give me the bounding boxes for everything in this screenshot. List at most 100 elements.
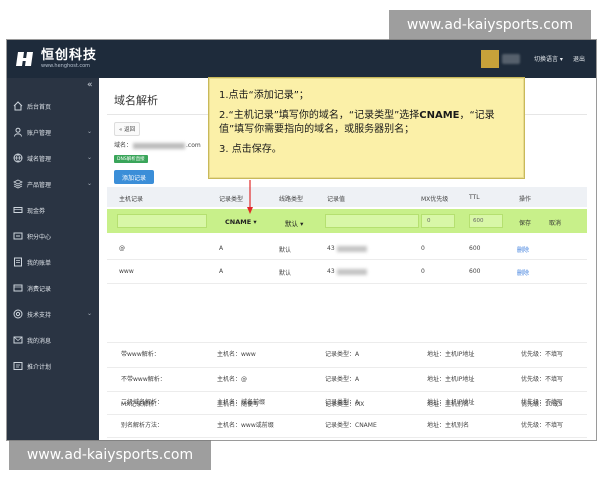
message-icon xyxy=(13,336,23,344)
record-value-input[interactable] xyxy=(325,214,419,228)
watermark-top: www.ad-kaiysports.com xyxy=(389,10,591,40)
example-host: 主机名：随便写 xyxy=(217,401,260,408)
row-divider xyxy=(107,437,587,438)
example-row: 别名解析方法： 主机名：www或前缀 记录类型：CNAME 地址：主机别名 优先… xyxy=(107,414,587,438)
username-blurred xyxy=(502,54,520,64)
page-title: 域名解析 xyxy=(114,94,158,107)
value-blurred xyxy=(336,268,367,275)
example-label: 带www解析： xyxy=(121,351,160,358)
sidebar-item-label: 消费记录 xyxy=(27,286,52,293)
col-host: 主机记录 xyxy=(119,196,144,203)
sidebar-item-coupons[interactable]: 现金券 xyxy=(7,201,99,219)
back-button[interactable]: « 返回 xyxy=(114,122,141,136)
user-icon xyxy=(14,127,22,137)
sidebar-item-label: 推介计划 xyxy=(27,364,52,371)
example-type: 记录类型：A xyxy=(325,376,360,383)
collapse-sidebar-icon[interactable]: « xyxy=(87,80,93,90)
brand-logo[interactable]: 恒创科技 www.henghost.com xyxy=(15,47,97,71)
watermark-bottom: www.ad-kaiysports.com xyxy=(9,440,211,470)
example-row: 不带www解析： 主机名：@ 记录类型：A 地址：主机IP地址 优先级：不填写 xyxy=(107,368,587,392)
example-label: 不带www解析： xyxy=(121,376,166,383)
sidebar-item-label: 现金券 xyxy=(27,208,46,215)
sidebar-item-products[interactable]: 产品管理 ⌄ xyxy=(7,175,99,193)
col-line: 线路类型 xyxy=(279,196,304,203)
record-icon xyxy=(13,284,23,292)
chevron-down-icon: ⌄ xyxy=(87,310,93,317)
example-type: 记录类型：MX xyxy=(325,401,365,408)
cell-mx: 0 xyxy=(421,245,425,252)
instruction-step-1: 1.点击“添加记录”； xyxy=(219,90,309,101)
cancel-button[interactable]: 取消 xyxy=(549,218,561,227)
sidebar-item-points[interactable]: 积分中心 xyxy=(7,227,99,245)
bill-icon xyxy=(14,257,22,267)
cell-value-text: 43 xyxy=(327,245,335,252)
col-ttl: TTL xyxy=(469,194,480,201)
col-value: 记录值 xyxy=(327,196,346,203)
record-type-select[interactable]: CNAME ▾ xyxy=(225,218,257,226)
logout-link[interactable]: 退出 xyxy=(573,54,585,63)
avatar xyxy=(481,50,499,68)
host-record-input[interactable] xyxy=(117,214,207,228)
col-type: 记录类型 xyxy=(219,196,244,203)
example-priority: 优先级：不填写 xyxy=(521,422,564,429)
table-row: www A 默认 43 0 600 删除 xyxy=(107,260,587,282)
table-row: @ A 默认 43 0 600 删除 xyxy=(107,237,587,259)
sidebar-item-support[interactable]: 技术支持 ⌄ xyxy=(7,305,99,323)
add-record-button[interactable]: 添加记录 xyxy=(114,170,154,184)
cell-mx: 0 xyxy=(421,268,425,275)
domain-prefix: 域名： xyxy=(114,142,133,149)
sidebar-item-label: 技术支持 xyxy=(27,312,52,319)
cell-type: A xyxy=(219,268,224,275)
example-host: 主机名：@ xyxy=(217,376,248,383)
language-switch[interactable]: 切换语言 ▾ xyxy=(534,54,563,63)
cell-value: 43 xyxy=(327,245,367,252)
sidebar-item-messages[interactable]: 我的消息 xyxy=(7,331,99,349)
dns-status-badge: DNS解析直接 xyxy=(114,155,148,163)
logo-icon xyxy=(16,52,33,66)
example-address: 地址：主机IP地址 xyxy=(427,351,475,358)
row-divider xyxy=(107,283,587,284)
example-address: 地址：主机IP地址 xyxy=(427,376,475,383)
example-host: 主机名：www xyxy=(217,351,256,358)
cell-line: 默认 xyxy=(279,247,292,254)
sidebar-item-label: 我的账单 xyxy=(27,260,52,267)
instruction-step-2: 2.“主机记录”填写你的域名，“记录类型”选择CNAME，“记录值”填写你需要指… xyxy=(219,109,514,137)
save-button[interactable]: 保存 xyxy=(519,218,531,227)
instruction-step-3: 3. 点击保存。 xyxy=(219,144,282,155)
cell-host: www xyxy=(119,268,134,275)
col-mx: MX优先级 xyxy=(421,196,449,203)
sidebar-item-referral[interactable]: 推介计划 xyxy=(7,357,99,375)
sidebar-item-domain[interactable]: 域名管理 ⌄ xyxy=(7,149,99,167)
cell-type: A xyxy=(219,245,224,252)
example-row: MX记录解析： 主机名：随便写 记录类型：MX 地址：主机别名 优先级：10或5 xyxy=(107,393,587,417)
brand-name: 恒创科技 xyxy=(41,48,98,63)
example-priority: 优先级：不填写 xyxy=(521,351,564,358)
example-host: 主机名：www或前缀 xyxy=(217,422,274,429)
cell-line: 默认 xyxy=(279,270,292,277)
delete-link[interactable]: 删除 xyxy=(517,268,529,277)
globe-icon xyxy=(13,153,23,163)
user-menu[interactable] xyxy=(481,50,523,68)
delete-link[interactable]: 删除 xyxy=(517,245,529,254)
mx-priority-value: 0 xyxy=(427,218,431,224)
sidebar-item-consumption[interactable]: 消费记录 xyxy=(7,279,99,297)
top-header: 恒创科技 www.henghost.com 切换语言 ▾ 退出 xyxy=(7,40,596,78)
referral-icon xyxy=(13,362,23,370)
sidebar-item-label: 我的消息 xyxy=(27,338,52,345)
sidebar-item-bills[interactable]: 我的账单 xyxy=(7,253,99,271)
arrow-down-icon xyxy=(247,180,253,214)
cell-ttl: 600 xyxy=(469,268,481,275)
app-window: 恒创科技 www.henghost.com 切换语言 ▾ 退出 « 后台首页 账… xyxy=(6,39,597,441)
sidebar-item-account[interactable]: 账户管理 ⌄ xyxy=(7,123,99,141)
example-address: 地址：主机别名 xyxy=(427,422,470,429)
cell-ttl: 600 xyxy=(469,245,481,252)
support-icon xyxy=(13,309,23,319)
sidebar-item-label: 账户管理 xyxy=(27,130,52,137)
cell-value: 43 xyxy=(327,268,367,275)
line-type-select[interactable]: 默认 ▾ xyxy=(285,218,303,228)
sidebar-item-home[interactable]: 后台首页 xyxy=(7,97,99,115)
layers-icon xyxy=(13,179,23,189)
step-2-cname: CNAME xyxy=(419,110,460,121)
table-header: 主机记录 记录类型 线路类型 记录值 MX优先级 TTL 操作 xyxy=(107,187,587,207)
instruction-callout: 1.点击“添加记录”； 2.“主机记录”填写你的域名，“记录类型”选择CNAME… xyxy=(208,77,525,179)
